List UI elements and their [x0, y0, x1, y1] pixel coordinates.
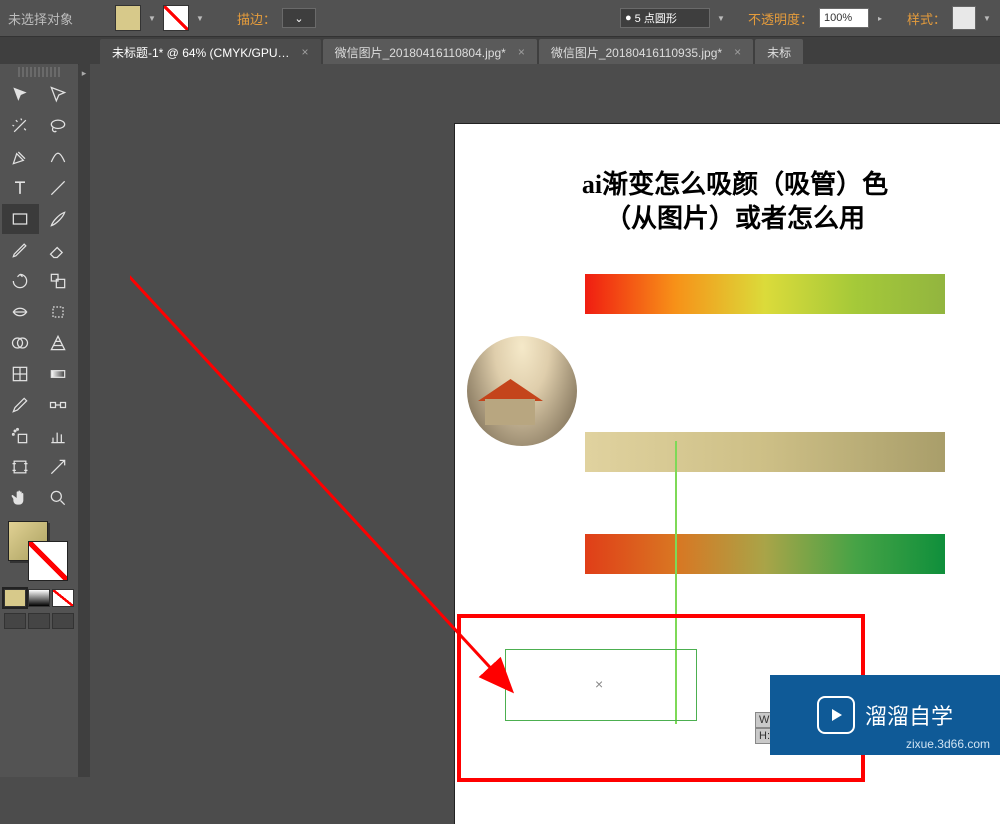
shape-builder-tool[interactable]: [2, 328, 39, 358]
watermark: 溜溜自学 zixue.3d66.com: [770, 675, 1000, 755]
artwork-title-1: ai渐变怎么吸颜（吸管）色: [465, 164, 1000, 201]
color-modes: [0, 585, 78, 611]
style-label: 样式：: [907, 9, 946, 28]
mode-color[interactable]: [4, 589, 26, 607]
close-icon[interactable]: ×: [518, 45, 525, 59]
play-icon: [817, 696, 855, 734]
pencil-tool[interactable]: [2, 235, 39, 265]
perspective-tool[interactable]: [40, 328, 77, 358]
watermark-brand: 溜溜自学: [865, 699, 953, 731]
opacity-input[interactable]: 100%: [819, 8, 869, 28]
mode-gradient[interactable]: [28, 589, 50, 607]
gradient-bar-2: [585, 432, 945, 472]
graph-tool[interactable]: [40, 421, 77, 451]
blend-tool[interactable]: [40, 390, 77, 420]
stroke-swatch-dropdown[interactable]: ▼: [195, 8, 205, 28]
opacity-dropdown[interactable]: ▸: [875, 8, 885, 28]
screen-modes: [0, 611, 78, 631]
zoom-tool[interactable]: [40, 483, 77, 513]
artwork-title-2: （从图片）或者怎么用: [465, 198, 1000, 235]
eyedropper-tool[interactable]: [2, 390, 39, 420]
pen-tool[interactable]: [2, 142, 39, 172]
curvature-tool[interactable]: [40, 142, 77, 172]
options-bar: 未选择对象 ▼ ▼ 描边： ⌄ ● 5 点圆形 ▼ 不透明度： 100% ▸ 样…: [0, 0, 1000, 37]
eraser-tool[interactable]: [40, 235, 77, 265]
tools-panel: [0, 64, 79, 777]
brush-preset[interactable]: ● 5 点圆形: [620, 8, 710, 28]
mode-none[interactable]: [52, 589, 74, 607]
style-dropdown[interactable]: ▼: [982, 8, 992, 28]
style-swatch[interactable]: [952, 6, 976, 30]
gradient-bar-3: [585, 534, 945, 574]
direct-select-tool[interactable]: [40, 80, 77, 110]
draw-behind[interactable]: [28, 613, 50, 629]
tools-grip[interactable]: [18, 67, 60, 77]
opacity-label: 不透明度：: [748, 9, 813, 28]
type-tool[interactable]: [2, 173, 39, 203]
tab-image-2[interactable]: 微信图片_20180416110935.jpg*×: [539, 39, 753, 65]
fill-stroke-indicator[interactable]: [4, 521, 74, 581]
hand-tool[interactable]: [2, 483, 39, 513]
stroke-swatch[interactable]: [163, 5, 189, 31]
close-icon[interactable]: ×: [302, 45, 309, 59]
stroke-label: 描边：: [237, 9, 276, 28]
slice-tool[interactable]: [40, 452, 77, 482]
no-selection-label: 未选择对象: [8, 9, 73, 28]
tab-overflow[interactable]: 未标: [755, 39, 803, 65]
stroke-color[interactable]: [28, 541, 68, 581]
magic-wand-tool[interactable]: [2, 111, 39, 141]
document-tab-bar: 未标题-1* @ 64% (CMYK/GPU…× 微信图片_2018041611…: [0, 37, 1000, 66]
draw-normal[interactable]: [4, 613, 26, 629]
scale-tool[interactable]: [40, 266, 77, 296]
draw-inside[interactable]: [52, 613, 74, 629]
line-tool[interactable]: [40, 173, 77, 203]
temple-icon: [473, 379, 548, 427]
mesh-tool[interactable]: [2, 359, 39, 389]
rotate-tool[interactable]: [2, 266, 39, 296]
rectangle-tool[interactable]: [2, 204, 39, 234]
tab-untitled[interactable]: 未标题-1* @ 64% (CMYK/GPU…×: [100, 39, 321, 65]
gradient-bar-1: [585, 274, 945, 314]
symbol-spray-tool[interactable]: [2, 421, 39, 451]
free-transform-tool[interactable]: [40, 297, 77, 327]
tab-image-1[interactable]: 微信图片_20180416110804.jpg*×: [323, 39, 537, 65]
canvas[interactable]: ai渐变怎么吸颜（吸管）色 （从图片）或者怎么用 × W: 77 H: 27: [90, 64, 1000, 777]
width-tool[interactable]: [2, 297, 39, 327]
stroke-weight-input[interactable]: ⌄: [282, 8, 316, 28]
fill-swatch-dropdown[interactable]: ▼: [147, 8, 157, 28]
brush-preset-dropdown[interactable]: ▼: [716, 8, 726, 28]
brush-tool[interactable]: [40, 204, 77, 234]
close-icon[interactable]: ×: [734, 45, 741, 59]
artboard-tool[interactable]: [2, 452, 39, 482]
lasso-tool[interactable]: [40, 111, 77, 141]
fill-swatch[interactable]: [115, 5, 141, 31]
watermark-url: zixue.3d66.com: [906, 737, 990, 751]
selection-tool[interactable]: [2, 80, 39, 110]
gradient-tool[interactable]: [40, 359, 77, 389]
center-mark: ×: [595, 676, 603, 692]
